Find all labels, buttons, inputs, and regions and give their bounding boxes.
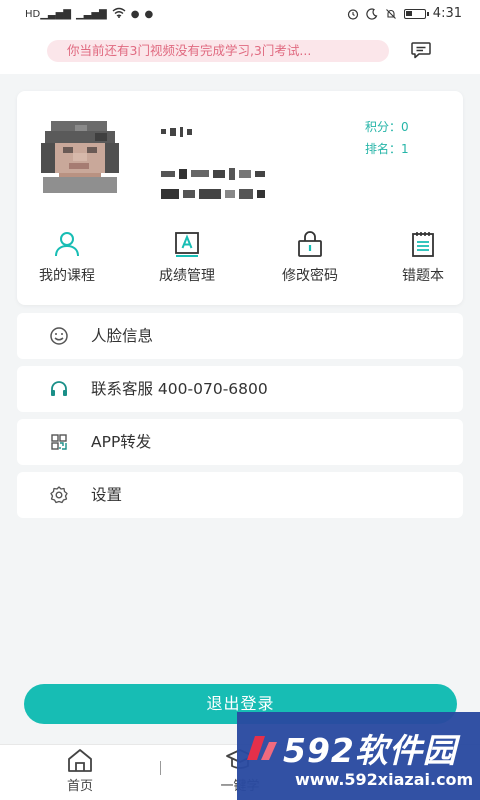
smile-icon [50,327,68,345]
stats-panel: 积分：0 排名：1 [365,116,409,160]
quick-change-password-label: 修改密码 [282,268,338,284]
menu-settings[interactable]: 设置 [17,472,463,518]
status-time: 4:31 [432,6,462,21]
battery-icon [403,8,429,19]
quick-grades[interactable]: 成绩管理 [137,231,237,285]
mute-bell-icon [385,8,396,19]
points-label: 积分：0 [365,120,409,134]
moon-icon [366,7,378,20]
watermark: 592软件园 www.592xiazai.com [237,712,480,800]
nav-home[interactable]: 首页 [25,747,135,794]
menu-app-share[interactable]: APP转发 [17,419,463,465]
sim-signal-2-icon: ▁▃▅▇ [75,8,107,20]
status-right: 4:31 [347,6,462,21]
quick-change-password[interactable]: 修改密码 [260,231,360,285]
sim-signal-icon: HD▁▃▅▇ [25,8,71,20]
status-bar: HD▁▃▅▇ ▁▃▅▇ ● ● 4:31 [0,0,480,30]
nav-home-label: 首页 [66,779,93,794]
quick-error-book[interactable]: 错题本 [373,231,473,285]
menu-customer-service[interactable]: 联系客服 400-070-6800 [17,366,463,412]
quick-grades-label: 成绩管理 [159,268,215,284]
menu-face-info-label: 人脸信息 [91,327,154,345]
notebook-icon [412,232,434,257]
wifi-icon [112,7,126,21]
menu-settings-label: 设置 [91,486,123,504]
grade-icon [175,232,199,257]
home-icon [68,749,92,772]
menu-customer-service-label: 联系客服 400-070-6800 [91,380,268,398]
gear-icon [50,486,68,504]
quick-my-courses-label: 我的课程 [39,268,95,284]
lock-icon [298,231,322,257]
alarm-icon [347,8,358,20]
notice-row: 你当前还有3门视频没有完成学习,3门考试... [0,30,480,74]
person-icon [55,232,79,257]
headset-icon [51,381,67,396]
quick-actions: 我的课程 成绩管理 修改密码 错题本 [17,231,463,291]
watermark-brand: 592软件园 [283,731,457,770]
rank-label: 排名：1 [365,142,409,156]
chat-notification-icon: ● [144,8,154,20]
quick-my-courses[interactable]: 我的课程 [17,231,117,285]
username-redacted [161,121,196,140]
qrcode-icon [51,434,67,450]
watermark-logo-icon [247,736,277,760]
status-left: HD▁▃▅▇ ▁▃▅▇ ● ● [25,7,153,21]
profile-card: 积分：0 排名：1 我的课程 成绩管理 修改密码 错题本 [17,91,463,305]
app-notification-icon: ● [130,8,140,20]
nav-divider [160,761,161,775]
notice-banner[interactable]: 你当前还有3门视频没有完成学习,3门考试... [47,40,389,62]
user-info-redacted-2 [161,183,269,202]
message-icon[interactable] [410,40,432,60]
watermark-url: www.592xiazai.com [295,770,474,789]
user-info-redacted-1 [161,163,269,182]
quick-error-book-label: 错题本 [402,268,444,284]
menu-app-share-label: APP转发 [91,433,152,451]
menu-face-info[interactable]: 人脸信息 [17,313,463,359]
avatar[interactable] [35,117,125,193]
